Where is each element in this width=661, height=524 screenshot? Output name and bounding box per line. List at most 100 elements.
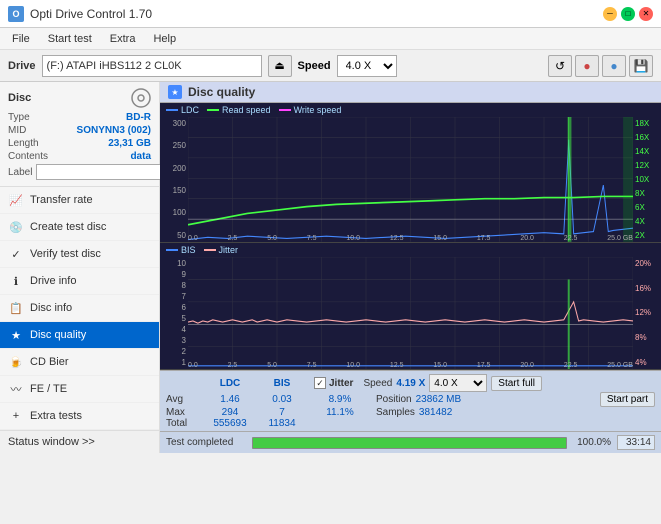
cd-bier-label: CD Bier bbox=[30, 356, 69, 368]
sidebar-item-fe-te[interactable]: 〰 FE / TE bbox=[0, 376, 159, 403]
drive-eject-button[interactable]: ⏏ bbox=[268, 55, 292, 77]
y1r-4x: 4X bbox=[633, 217, 661, 226]
fe-te-label: FE / TE bbox=[30, 383, 67, 395]
ldc-column-header: LDC bbox=[204, 378, 256, 389]
read-speed-legend-line bbox=[207, 109, 219, 111]
menu-start-test[interactable]: Start test bbox=[40, 31, 100, 47]
sidebar-item-verify-test-disc[interactable]: ✓ Verify test disc bbox=[0, 241, 159, 268]
app-title: Opti Drive Control 1.70 bbox=[30, 7, 152, 21]
disc-quality-header-icon: ★ bbox=[168, 85, 182, 99]
progress-area: Test completed 100.0% 33:14 bbox=[160, 431, 661, 453]
chart1-area: 300 250 200 150 100 50 bbox=[160, 117, 661, 242]
menubar: File Start test Extra Help bbox=[0, 28, 661, 50]
drive-icon-save[interactable]: 💾 bbox=[629, 55, 653, 77]
close-button[interactable]: ✕ bbox=[639, 7, 653, 21]
drivebar: Drive (F:) ATAPI iHBS112 2 CL0K ⏏ Speed … bbox=[0, 50, 661, 82]
y1r-2x: 2X bbox=[633, 231, 661, 240]
max-ldc: 294 bbox=[204, 407, 256, 418]
stats-headers: LDC BIS ✓ Jitter Speed 4.19 X 4.0 X Star… bbox=[204, 374, 655, 392]
y2r-8: 8% bbox=[633, 333, 661, 342]
chart1-y-axis-left: 300 250 200 150 100 50 bbox=[160, 117, 188, 242]
samples-label: Samples bbox=[376, 407, 415, 418]
x1-7.5: 7.5 bbox=[307, 235, 317, 242]
chart1-plot: 0.0 2.5 5.0 7.5 10.0 12.5 15.0 17.5 20.0… bbox=[188, 117, 633, 242]
minimize-button[interactable]: ─ bbox=[603, 7, 617, 21]
y2-2: 2 bbox=[160, 347, 188, 356]
max-label: Max bbox=[166, 407, 204, 418]
chart1-legend: LDC Read speed Write speed bbox=[160, 103, 661, 117]
menu-file[interactable]: File bbox=[4, 31, 38, 47]
sidebar-item-drive-info[interactable]: ℹ Drive info bbox=[0, 268, 159, 295]
samples-value: 381482 bbox=[419, 407, 452, 418]
contents-label: Contents bbox=[8, 151, 48, 162]
content-area: Disc Type BD-R MID SONYNN3 (002) Length … bbox=[0, 82, 661, 453]
drive-icon-info[interactable]: ● bbox=[602, 55, 626, 77]
y2-9: 9 bbox=[160, 270, 188, 279]
y1-300: 300 bbox=[160, 119, 188, 128]
create-test-disc-label: Create test disc bbox=[30, 221, 106, 233]
titlebar-left: O Opti Drive Control 1.70 bbox=[8, 6, 152, 22]
jitter-checkbox[interactable]: ✓ bbox=[314, 377, 326, 389]
jitter-legend-line bbox=[204, 249, 216, 251]
mid-value: SONYNN3 (002) bbox=[77, 125, 151, 136]
drive-select[interactable]: (F:) ATAPI iHBS112 2 CL0K bbox=[42, 55, 262, 77]
sidebar-item-cd-bier[interactable]: 🍺 CD Bier bbox=[0, 349, 159, 376]
sidebar-item-transfer-rate[interactable]: 📈 Transfer rate bbox=[0, 187, 159, 214]
start-full-button[interactable]: Start full bbox=[491, 376, 542, 391]
status-window-button[interactable]: Status window >> bbox=[0, 430, 159, 453]
chart2-legend: BIS Jitter bbox=[160, 243, 661, 257]
nav-items: 📈 Transfer rate 💿 Create test disc ✓ Ver… bbox=[0, 187, 159, 430]
avg-label: Avg bbox=[166, 394, 204, 405]
sidebar-item-disc-quality[interactable]: ★ Disc quality bbox=[0, 322, 159, 349]
type-label: Type bbox=[8, 112, 30, 123]
bis-column-header: BIS bbox=[256, 378, 308, 389]
sidebar-item-disc-info[interactable]: 📋 Disc info bbox=[0, 295, 159, 322]
extra-tests-label: Extra tests bbox=[30, 410, 82, 422]
sidebar-item-create-test-disc[interactable]: 💿 Create test disc bbox=[0, 214, 159, 241]
speed-header-group: Speed 4.19 X bbox=[363, 378, 425, 389]
right-panel: ★ Disc quality LDC Read speed Write spee… bbox=[160, 82, 661, 453]
x2-15: 15.0 bbox=[433, 362, 447, 369]
disc-header: Disc bbox=[8, 88, 151, 108]
transfer-rate-icon: 📈 bbox=[8, 192, 24, 208]
y2-5: 5 bbox=[160, 314, 188, 323]
status-window-label: Status window >> bbox=[8, 436, 95, 448]
disc-label-input[interactable] bbox=[36, 164, 174, 180]
speed-label: Speed bbox=[298, 60, 331, 72]
jitter-legend-label: Jitter bbox=[219, 245, 239, 255]
drive-icon-settings[interactable]: ● bbox=[575, 55, 599, 77]
y2-7: 7 bbox=[160, 292, 188, 301]
write-speed-legend-label: Write speed bbox=[294, 105, 342, 115]
disc-info-icon: 📋 bbox=[8, 300, 24, 316]
x1-15: 15.0 bbox=[433, 235, 447, 242]
bis-legend-item: BIS bbox=[166, 245, 196, 255]
menu-extra[interactable]: Extra bbox=[102, 31, 144, 47]
menu-help[interactable]: Help bbox=[145, 31, 184, 47]
maximize-button[interactable]: □ bbox=[621, 7, 635, 21]
ldc-legend-item: LDC bbox=[166, 105, 199, 115]
y1-250: 250 bbox=[160, 141, 188, 150]
start-part-button[interactable]: Start part bbox=[600, 392, 655, 407]
chart2-svg bbox=[188, 257, 633, 369]
sidebar-item-extra-tests[interactable]: + Extra tests bbox=[0, 403, 159, 430]
y2-10: 10 bbox=[160, 259, 188, 268]
y1r-14x: 14X bbox=[633, 147, 661, 156]
chart1-y-axis-right: 18X 16X 14X 12X 10X 8X 6X 4X 2X bbox=[633, 117, 661, 242]
ldc-legend-line bbox=[166, 109, 178, 111]
drive-icon-refresh[interactable]: ↺ bbox=[548, 55, 572, 77]
disc-info-label: Disc info bbox=[30, 302, 72, 314]
drive-info-icon: ℹ bbox=[8, 273, 24, 289]
speed-select[interactable]: 4.0 X 2.0 X 1.0 X bbox=[337, 55, 397, 77]
chart1-svg bbox=[188, 117, 633, 242]
y1r-12x: 12X bbox=[633, 161, 661, 170]
speed-stat-label: Speed bbox=[363, 378, 392, 389]
speed-stat-select[interactable]: 4.0 X bbox=[429, 374, 487, 392]
chart2-area: 10 9 8 7 6 5 4 3 2 1 bbox=[160, 257, 661, 369]
stats-avg-row: Avg 1.46 0.03 8.9% Position 23862 MB Sta… bbox=[166, 392, 655, 407]
progress-percent: 100.0% bbox=[573, 437, 611, 448]
ldc-legend-label: LDC bbox=[181, 105, 199, 115]
disc-label-row: Label 🔍 bbox=[8, 164, 151, 180]
bis-legend-line bbox=[166, 249, 178, 251]
label-label: Label bbox=[8, 167, 32, 178]
jitter-header-group: ✓ Jitter bbox=[314, 377, 353, 389]
